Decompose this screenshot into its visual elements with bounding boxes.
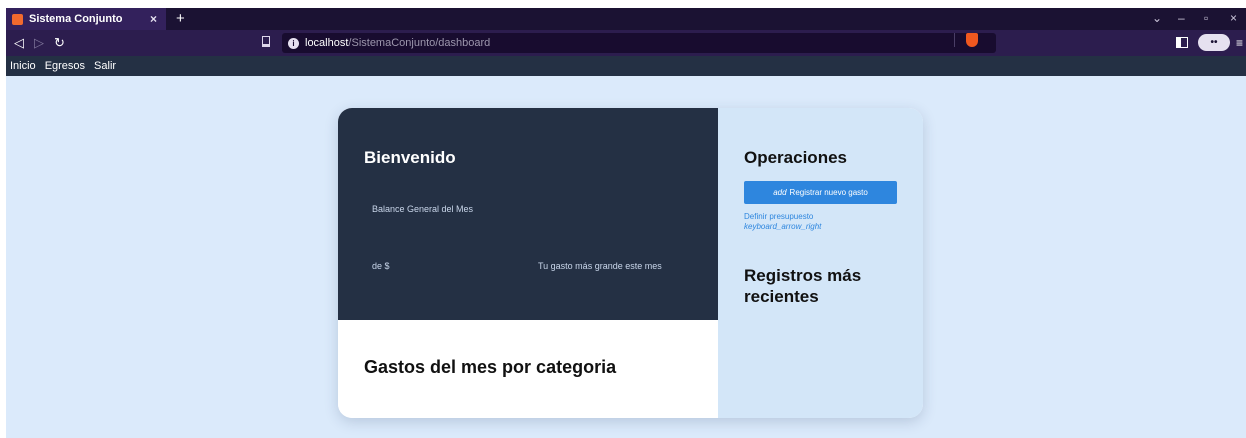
new-tab-button[interactable]: + — [176, 10, 185, 27]
add-expense-label: Registrar nuevo gasto — [789, 188, 868, 197]
address-bar[interactable]: i localhost /SistemaConjunto/dashboard — [282, 33, 996, 53]
forward-icon[interactable]: ▷ — [34, 35, 44, 51]
menu-icon[interactable]: ≡ — [1236, 36, 1243, 50]
back-icon[interactable]: ◁ — [14, 35, 24, 51]
minimize-button[interactable]: – — [1178, 11, 1185, 25]
bookmark-icon[interactable] — [262, 36, 270, 47]
browser-window: Sistema Conjunto × + ⌄ – ▫ × ◁ ▷ ↻ i loc… — [6, 8, 1246, 438]
sidebar-toggle-icon[interactable] — [1176, 37, 1188, 48]
nav-link-salir[interactable]: Salir — [94, 60, 116, 72]
balance-label: Balance General del Mes — [372, 204, 474, 214]
close-tab-icon[interactable]: × — [150, 12, 157, 26]
browser-tab[interactable]: Sistema Conjunto × — [6, 8, 166, 30]
restore-button[interactable]: ▫ — [1204, 11, 1208, 25]
url-host: localhost — [305, 37, 349, 49]
tab-search-icon[interactable]: ⌄ — [1152, 11, 1162, 25]
site-info-icon[interactable]: i — [288, 37, 299, 49]
tab-title: Sistema Conjunto — [29, 13, 123, 25]
address-bar-divider — [954, 33, 955, 47]
close-window-button[interactable]: × — [1230, 11, 1237, 25]
reload-icon[interactable]: ↻ — [54, 35, 65, 51]
category-chart-panel: Gastos del mes por categoria — [338, 320, 718, 418]
nav-link-egresos[interactable]: Egresos — [45, 60, 85, 72]
operations-panel: Operaciones add Registrar nuevo gasto De… — [718, 108, 923, 418]
category-chart-title: Gastos del mes por categoria — [364, 357, 617, 377]
app-navbar: Inicio Egresos Salir — [6, 56, 1246, 76]
keyboard-arrow-right-icon: keyboard_arrow_right — [744, 222, 822, 231]
recent-records-title: Registros más recientes — [744, 266, 862, 306]
brave-shield-icon[interactable] — [966, 33, 978, 47]
define-budget-label: Definir presupuesto — [744, 212, 814, 221]
add-expense-button[interactable]: add Registrar nuevo gasto — [744, 181, 897, 204]
welcome-panel: Bienvenido Balance General del Mes de $ … — [338, 108, 718, 320]
biggest-expense-label: Tu gasto más grande este mes — [538, 261, 662, 271]
wallet-icon[interactable]: •• — [1198, 34, 1230, 51]
favicon-icon — [12, 13, 23, 25]
welcome-title: Bienvenido — [364, 148, 456, 167]
url-path: /SistemaConjunto/dashboard — [348, 37, 491, 49]
add-icon: add — [773, 188, 787, 197]
browser-toolbar: ◁ ▷ ↻ i localhost /SistemaConjunto/dashb… — [6, 30, 1246, 56]
define-budget-link[interactable]: Definir presupuesto keyboard_arrow_right — [744, 212, 821, 232]
tab-strip: Sistema Conjunto × + ⌄ – ▫ × — [6, 8, 1246, 30]
nav-link-inicio[interactable]: Inicio — [10, 60, 36, 72]
dashboard-card: Bienvenido Balance General del Mes de $ … — [338, 108, 923, 418]
currency-label: de $ — [372, 261, 390, 271]
operations-title: Operaciones — [744, 148, 847, 167]
